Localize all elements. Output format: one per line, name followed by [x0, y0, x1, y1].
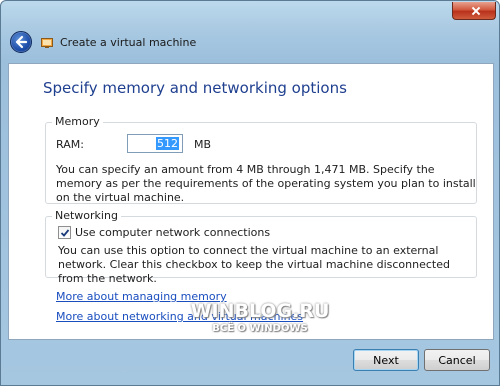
virtual-machine-icon — [41, 37, 53, 48]
link-networking-vms[interactable]: More about networking and virtual machin… — [56, 310, 303, 323]
networking-group-label: Networking — [52, 209, 121, 222]
ram-label: RAM: — [56, 138, 84, 151]
networking-description: You can use this option to connect the v… — [58, 244, 450, 285]
memory-group: Memory RAM: 512 MB You can specify an am… — [45, 115, 477, 204]
close-icon[interactable] — [452, 2, 496, 20]
checkmark-icon — [60, 229, 70, 237]
networking-group: Networking Use computer network connecti… — [45, 209, 477, 285]
next-button[interactable]: Next — [353, 349, 419, 371]
network-connections-label[interactable]: Use computer network connections — [75, 226, 270, 239]
watermark-line2: ВСЁ О WINDOWS — [212, 323, 308, 334]
ram-input[interactable]: 512 — [127, 134, 183, 153]
back-arrow-icon[interactable] — [10, 31, 32, 53]
wizard-content: Specify memory and networking options Me… — [8, 63, 494, 340]
ram-unit-label: MB — [194, 138, 212, 151]
page-title: Specify memory and networking options — [43, 79, 347, 97]
link-managing-memory[interactable]: More about managing memory — [56, 290, 227, 303]
memory-group-label: Memory — [52, 115, 103, 128]
ram-input-value: 512 — [156, 137, 179, 150]
cancel-button[interactable]: Cancel — [424, 349, 490, 371]
network-connections-checkbox[interactable] — [58, 226, 71, 239]
memory-description: You can specify an amount from 4 MB thro… — [56, 163, 476, 204]
window-title: Create a virtual machine — [60, 36, 197, 49]
wizard-window: Create a virtual machine Specify memory … — [0, 0, 500, 386]
